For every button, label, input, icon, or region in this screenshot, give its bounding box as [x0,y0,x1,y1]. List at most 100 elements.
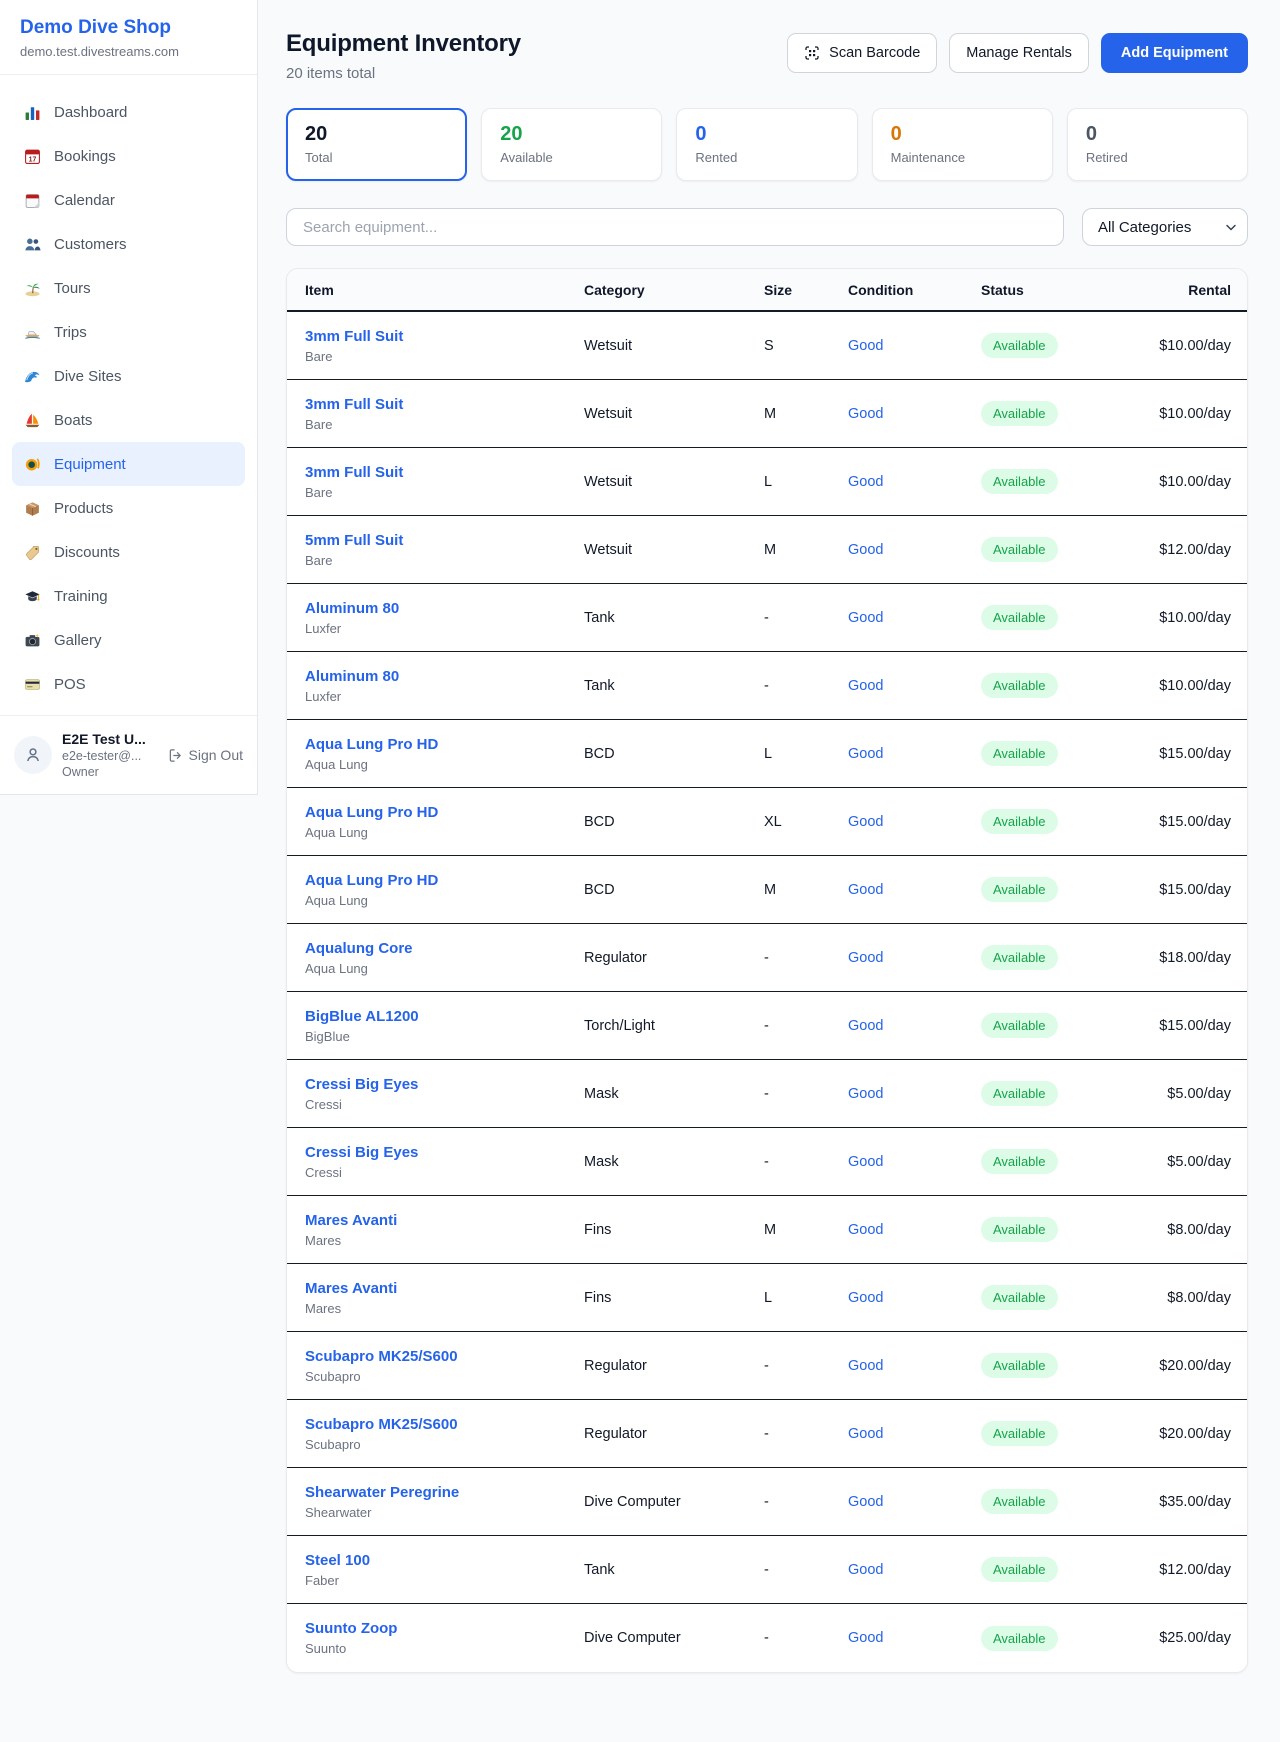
condition-link[interactable]: Good [848,1222,883,1238]
table-row: Scubapro MK25/S600ScubaproRegulator-Good… [287,1400,1247,1468]
sign-out-button[interactable]: Sign Out [168,747,243,763]
sidebar-item-label: Gallery [54,632,102,649]
category-cell: Regulator [584,950,764,966]
item-brand: Shearwater [305,1505,584,1520]
sailboat-icon [24,412,41,429]
condition-link[interactable]: Good [848,610,883,626]
item-name-link[interactable]: Aqualung Core [305,940,413,957]
sidebar-item-dashboard[interactable]: Dashboard [12,90,245,134]
sidebar-item-boats[interactable]: Boats [12,398,245,442]
condition-link[interactable]: Good [848,1154,883,1170]
item-name-link[interactable]: 3mm Full Suit [305,328,403,345]
item-name-link[interactable]: Scubapro MK25/S600 [305,1348,458,1365]
condition-link[interactable]: Good [848,338,883,354]
table-row: Aqua Lung Pro HDAqua LungBCDXLGoodAvaila… [287,788,1247,856]
size-cell: - [764,1086,848,1102]
item-name-link[interactable]: BigBlue AL1200 [305,1008,419,1025]
condition-link[interactable]: Good [848,1630,883,1646]
add-equipment-button[interactable]: Add Equipment [1101,33,1248,73]
stat-card-rented[interactable]: 0Rented [676,108,857,181]
sidebar-item-gallery[interactable]: Gallery [12,618,245,662]
item-brand: Aqua Lung [305,893,584,908]
stat-label: Total [305,150,448,165]
item-name-link[interactable]: Aluminum 80 [305,668,399,685]
condition-link[interactable]: Good [848,1494,883,1510]
sidebar-item-customers[interactable]: Customers [12,222,245,266]
sidebar-item-pos[interactable]: POS [12,662,245,706]
table-row: Suunto ZoopSuuntoDive Computer-GoodAvail… [287,1604,1247,1672]
table-row: Aqualung CoreAqua LungRegulator-GoodAvai… [287,924,1247,992]
condition-link[interactable]: Good [848,678,883,694]
item-name-link[interactable]: Aqua Lung Pro HD [305,872,438,889]
sidebar-item-label: Dashboard [54,104,127,121]
category-cell: Wetsuit [584,542,764,558]
condition-link[interactable]: Good [848,406,883,422]
condition-cell: Good [848,1630,981,1646]
item-name-link[interactable]: Shearwater Peregrine [305,1484,459,1501]
stat-card-total[interactable]: 20Total [286,108,467,181]
user-role: Owner [62,765,158,779]
condition-link[interactable]: Good [848,1290,883,1306]
condition-link[interactable]: Good [848,542,883,558]
stat-card-retired[interactable]: 0Retired [1067,108,1248,181]
item-name-link[interactable]: Steel 100 [305,1552,370,1569]
size-cell: - [764,1630,848,1646]
sidebar-item-tours[interactable]: Tours [12,266,245,310]
category-select[interactable]: All Categories [1082,208,1248,246]
condition-link[interactable]: Good [848,950,883,966]
status-badge: Available [981,1285,1058,1310]
condition-cell: Good [848,610,981,626]
sidebar-item-label: Calendar [54,192,115,209]
column-header-size: Size [764,282,848,298]
manage-rentals-button[interactable]: Manage Rentals [949,33,1089,73]
item-name-link[interactable]: Suunto Zoop [305,1620,397,1637]
item-brand: Scubapro [305,1437,584,1452]
item-name-link[interactable]: Cressi Big Eyes [305,1144,418,1161]
condition-link[interactable]: Good [848,1358,883,1374]
item-name-link[interactable]: Aluminum 80 [305,600,399,617]
condition-cell: Good [848,1086,981,1102]
item-cell: Aqua Lung Pro HD Aqua Lung [305,872,584,908]
status-cell: Available [981,1489,1151,1514]
condition-link[interactable]: Good [848,1562,883,1578]
sidebar-item-bookings[interactable]: 17Bookings [12,134,245,178]
calendar-icon [24,192,41,209]
sidebar-item-training[interactable]: Training [12,574,245,618]
condition-cell: Good [848,1154,981,1170]
condition-link[interactable]: Good [848,1426,883,1442]
condition-link[interactable]: Good [848,1086,883,1102]
sidebar-item-trips[interactable]: Trips [12,310,245,354]
condition-link[interactable]: Good [848,474,883,490]
item-name-link[interactable]: Cressi Big Eyes [305,1076,418,1093]
table-row: 3mm Full SuitBareWetsuitLGoodAvailable$1… [287,448,1247,516]
stat-card-available[interactable]: 20Available [481,108,662,181]
filter-row: All Categories [286,208,1248,246]
sidebar-item-equipment[interactable]: Equipment [12,442,245,486]
item-name-link[interactable]: Aqua Lung Pro HD [305,736,438,753]
item-cell: 3mm Full SuitBare [305,464,584,500]
sidebar-item-products[interactable]: Products [12,486,245,530]
condition-link[interactable]: Good [848,746,883,762]
item-name-link[interactable]: Aqua Lung Pro HD [305,804,438,821]
condition-link[interactable]: Good [848,882,883,898]
size-cell: M [764,406,848,422]
shop-name[interactable]: Demo Dive Shop [20,17,237,39]
rental-cell: $5.00/day [1151,1086,1231,1102]
item-name-link[interactable]: 5mm Full Suit [305,532,403,549]
item-name-link[interactable]: 3mm Full Suit [305,396,403,413]
item-name-link[interactable]: Mares Avanti [305,1212,397,1229]
condition-link[interactable]: Good [848,814,883,830]
search-input[interactable] [286,208,1064,246]
stat-card-maintenance[interactable]: 0Maintenance [872,108,1053,181]
item-brand: Aqua Lung [305,825,584,840]
sidebar-item-calendar[interactable]: Calendar [12,178,245,222]
item-name-link[interactable]: 3mm Full Suit [305,464,403,481]
item-name-link[interactable]: Scubapro MK25/S600 [305,1416,458,1433]
sidebar-item-dive-sites[interactable]: Dive Sites [12,354,245,398]
sidebar-item-discounts[interactable]: Discounts [12,530,245,574]
scan-barcode-button[interactable]: Scan Barcode [787,33,937,73]
condition-link[interactable]: Good [848,1018,883,1034]
item-name-link[interactable]: Mares Avanti [305,1280,397,1297]
stat-label: Maintenance [891,150,1034,165]
graduation-cap-icon [24,588,41,605]
